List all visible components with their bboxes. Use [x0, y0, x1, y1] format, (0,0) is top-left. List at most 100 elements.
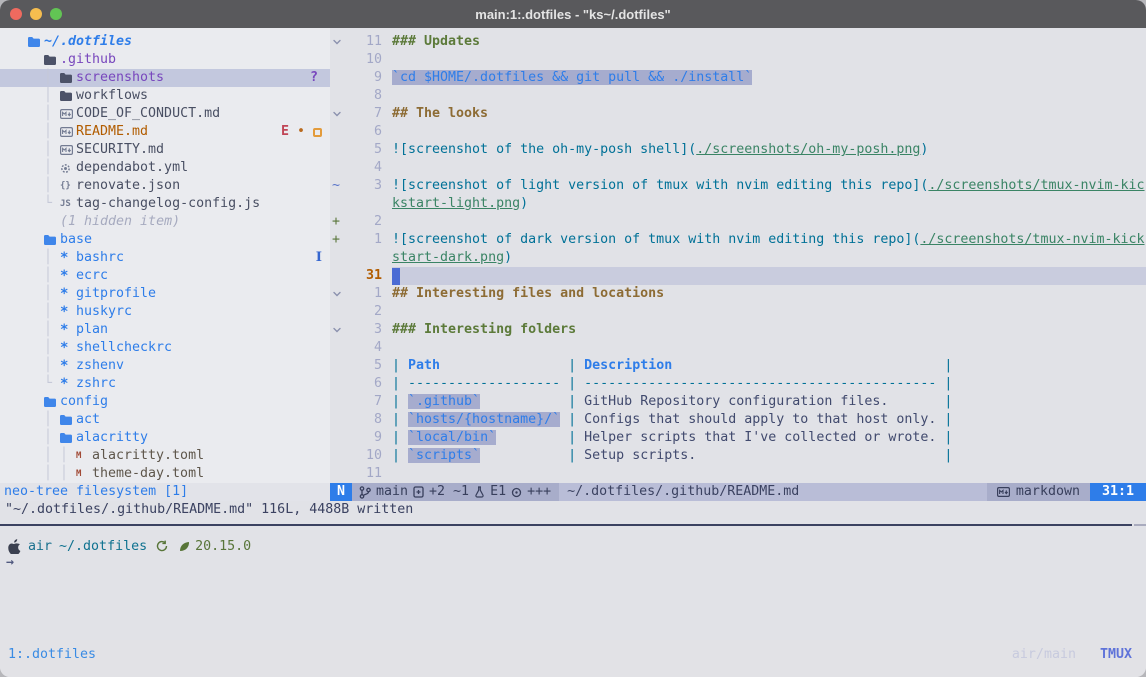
editor-line[interactable]: 2: [330, 303, 1146, 321]
tree-item[interactable]: (1 hidden item): [0, 213, 330, 231]
editor-line[interactable]: 7 ## The looks: [330, 105, 1146, 123]
editor-line[interactable]: +1![screenshot of dark version of tmux w…: [330, 231, 1146, 249]
tree-item[interactable]: │*huskyrc: [0, 303, 330, 321]
line-number[interactable]: 2: [346, 303, 382, 321]
tree-item[interactable]: │alacritty: [0, 429, 330, 447]
gutter-marker: [332, 159, 346, 177]
tmux-window-tab[interactable]: 1:.dotfiles: [8, 647, 96, 662]
tree-item[interactable]: └*zshrc: [0, 375, 330, 393]
tree-item[interactable]: └JStag-changelog-config.js: [0, 195, 330, 213]
editor-line[interactable]: 10| `scripts` | Setup scripts. |: [330, 447, 1146, 465]
editor-line[interactable]: 5| Path | Description |: [330, 357, 1146, 375]
tree-item[interactable]: │*zshenv: [0, 357, 330, 375]
line-number[interactable]: 3: [346, 321, 382, 339]
editor-pane[interactable]: 11### Updates109`cd $HOME/.dotfiles && g…: [330, 28, 1146, 501]
line-number[interactable]: 1: [346, 285, 382, 303]
line-number[interactable]: 7: [346, 105, 382, 123]
text-segment: ## The looks: [392, 106, 488, 121]
shell-pane[interactable]: air ~/.dotfiles 20.15.0 →: [0, 526, 1146, 640]
editor-line[interactable]: 7| `.github` | GitHub Repository configu…: [330, 393, 1146, 411]
tree-item[interactable]: ~/.dotfiles: [0, 33, 330, 51]
tree-item[interactable]: │dependabot.yml: [0, 159, 330, 177]
star-icon: *: [60, 357, 76, 375]
line-number[interactable]: 31: [346, 267, 382, 285]
gutter-marker: [332, 267, 346, 285]
editor-line[interactable]: 4: [330, 339, 1146, 357]
editor-line[interactable]: 1## Interesting files and locations: [330, 285, 1146, 303]
line-number[interactable]: 8: [346, 411, 382, 429]
line-text: | `local/bin` | Helper scripts that I've…: [392, 429, 1146, 447]
line-number[interactable]: 11: [346, 33, 382, 51]
line-number[interactable]: 4: [346, 159, 382, 177]
editor-line[interactable]: ~3![screenshot of light version of tmux …: [330, 177, 1146, 195]
line-number[interactable]: 11: [346, 465, 382, 483]
folder-icon: [44, 397, 60, 407]
tree-item[interactable]: │CODE_OF_CONDUCT.md: [0, 105, 330, 123]
editor-line[interactable]: 11: [330, 465, 1146, 483]
tree-item[interactable]: │*gitprofile: [0, 285, 330, 303]
star-icon: *: [60, 339, 76, 357]
tree-item[interactable]: │*bashrcI: [0, 249, 330, 267]
line-number[interactable]: 10: [346, 51, 382, 69]
minimize-button[interactable]: [30, 8, 42, 20]
editor-line[interactable]: 9`cd $HOME/.dotfiles && git pull && ./in…: [330, 69, 1146, 87]
editor-line[interactable]: 11### Updates: [330, 33, 1146, 51]
text-segment: ): [920, 142, 928, 157]
tree-item[interactable]: │README.mdE•: [0, 123, 330, 141]
close-button[interactable]: [10, 8, 22, 20]
editor-line[interactable]: 9 | `local/bin` | Helper scripts that I'v…: [330, 429, 1146, 447]
editor-line[interactable]: 5![screenshot of the oh-my-posh shell](.…: [330, 141, 1146, 159]
editor-line[interactable]: 8: [330, 87, 1146, 105]
tree-item[interactable]: config: [0, 393, 330, 411]
editor-line[interactable]: start-dark.png): [330, 249, 1146, 267]
tmux-session-name: air/main: [1012, 647, 1076, 662]
editor-line[interactable]: 6| ------------------- | ---------------…: [330, 375, 1146, 393]
editor-line[interactable]: 6: [330, 123, 1146, 141]
editor-line[interactable]: 8| `hosts/{hostname}/` | Configs that sh…: [330, 411, 1146, 429]
line-number[interactable]: 7: [346, 393, 382, 411]
tree-item[interactable]: │*plan: [0, 321, 330, 339]
editor-line[interactable]: +2: [330, 213, 1146, 231]
tree-item-label: ~/.dotfiles: [44, 33, 132, 51]
line-number[interactable]: 3: [346, 177, 382, 195]
editor-line[interactable]: kstart-light.png): [330, 195, 1146, 213]
editor-line[interactable]: 4: [330, 159, 1146, 177]
tree-item-label: zshrc: [76, 375, 116, 393]
text-segment: |: [944, 412, 952, 427]
tree-item[interactable]: │act: [0, 411, 330, 429]
tree-item[interactable]: ││Malacritty.toml: [0, 447, 330, 465]
indent-guide: │: [44, 87, 60, 105]
mode-indicator: N: [330, 483, 352, 501]
cursor-block: [392, 268, 400, 285]
tree-item[interactable]: ││Mtheme-day.toml: [0, 465, 330, 483]
line-number[interactable]: 9: [346, 69, 382, 87]
line-number[interactable]: 5: [346, 357, 382, 375]
line-number[interactable]: 8: [346, 87, 382, 105]
text-segment: ): [504, 250, 512, 265]
line-number[interactable]: [346, 195, 382, 213]
folder-icon: [60, 73, 76, 83]
line-number[interactable]: 10: [346, 447, 382, 465]
line-number[interactable]: 6: [346, 123, 382, 141]
tree-item[interactable]: │{}renovate.json: [0, 177, 330, 195]
line-number[interactable]: [346, 249, 382, 267]
line-number[interactable]: 9: [346, 429, 382, 447]
tree-item[interactable]: │SECURITY.md: [0, 141, 330, 159]
line-number[interactable]: 5: [346, 141, 382, 159]
tree-item[interactable]: │*ecrc: [0, 267, 330, 285]
editor-line[interactable]: 10: [330, 51, 1146, 69]
tree-item[interactable]: .github: [0, 51, 330, 69]
line-number[interactable]: 1: [346, 231, 382, 249]
zoom-button[interactable]: [50, 8, 62, 20]
traffic-lights: [10, 0, 62, 28]
tree-item[interactable]: base: [0, 231, 330, 249]
line-number[interactable]: 4: [346, 339, 382, 357]
editor-line[interactable]: 31: [330, 267, 1146, 285]
tree-item[interactable]: │*shellcheckrc: [0, 339, 330, 357]
gear-icon: [60, 163, 76, 174]
tree-item[interactable]: │workflows: [0, 87, 330, 105]
line-number[interactable]: 2: [346, 213, 382, 231]
line-number[interactable]: 6: [346, 375, 382, 393]
editor-line[interactable]: 3### Interesting folders: [330, 321, 1146, 339]
tree-item[interactable]: │screenshots?: [0, 69, 330, 87]
